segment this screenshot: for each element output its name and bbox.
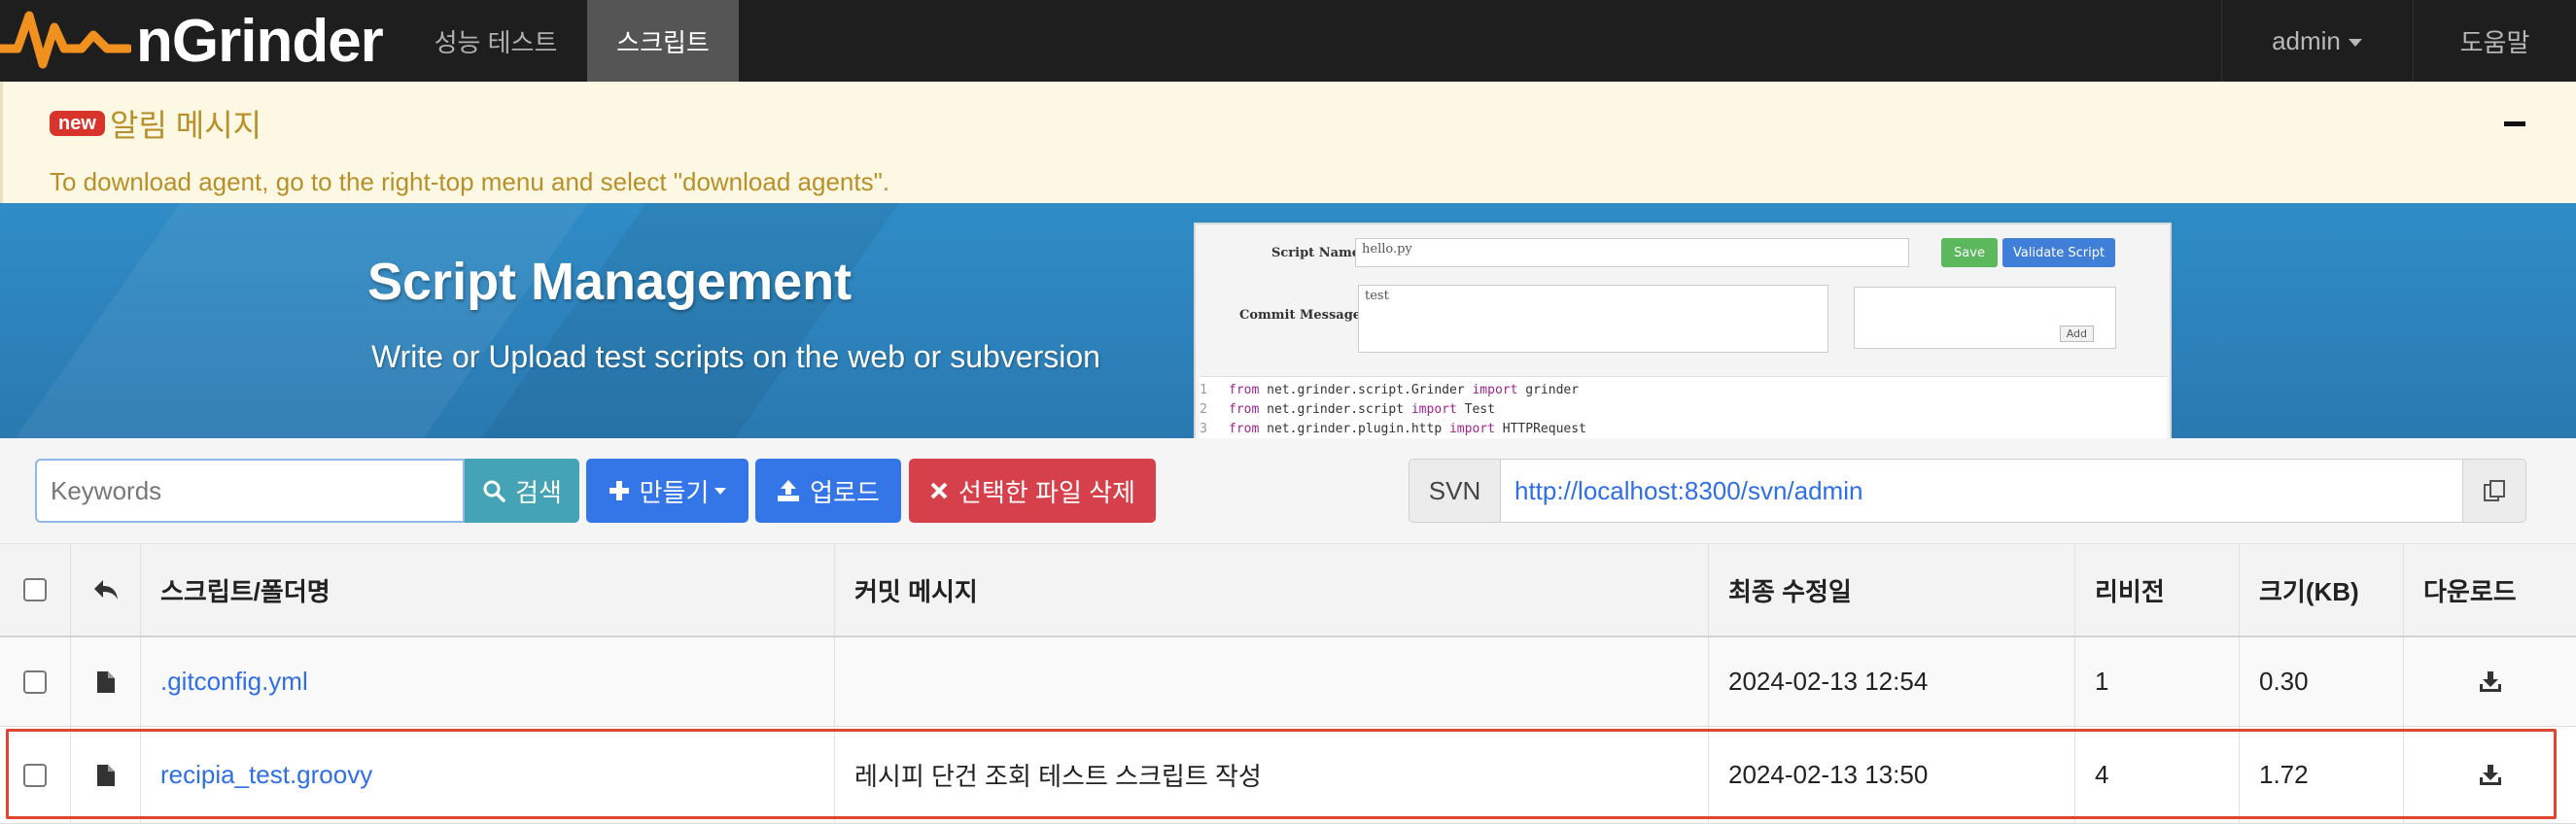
column-header-size[interactable]: 크기(KB) [2240, 544, 2404, 635]
row-revision-cell: 1 [2075, 637, 2240, 726]
caret-down-icon [714, 487, 727, 495]
header-back-cell [71, 544, 141, 635]
search-button-label: 검색 [515, 477, 562, 507]
row-icon-cell [71, 637, 141, 726]
preview-script-name-label: Script Name [1271, 246, 1361, 260]
row-checkbox[interactable] [23, 763, 47, 787]
svn-label: SVN [1409, 459, 1501, 523]
brand-logo[interactable]: nGrinder [0, 0, 389, 82]
banner-subtitle: Write or Upload test scripts on the web … [371, 339, 1100, 374]
column-header-revision[interactable]: 리비전 [2075, 544, 2240, 635]
row-size-cell: 0.30 [2240, 637, 2404, 726]
preview-code-editor: 1 from net.grinder.script.Grinder import … [1200, 376, 2167, 438]
brand-name: nGrinder [136, 8, 384, 75]
file-name-link[interactable]: .gitconfig.yml [160, 667, 308, 697]
pulse-logo-icon [0, 11, 131, 69]
row-download-cell [2404, 727, 2576, 823]
keyword-search-input[interactable] [35, 459, 465, 523]
caret-down-icon [2348, 38, 2362, 47]
preview-code-line: 2 from net.grinder.script import Test [1200, 402, 1495, 417]
reply-back-icon[interactable] [93, 579, 119, 601]
column-header-download: 다운로드 [2423, 576, 2517, 606]
preview-save-button: Save [1941, 238, 1998, 267]
close-icon [930, 482, 948, 499]
notice-message: To download agent, go to the right-top m… [50, 167, 890, 196]
header-checkbox-cell [0, 544, 71, 635]
row-size-cell: 1.72 [2240, 727, 2404, 823]
column-header-modified[interactable]: 최종 수정일 [1709, 544, 2075, 635]
svn-url-field[interactable]: http://localhost:8300/svn/admin [1500, 459, 2463, 523]
create-button-label: 만들기 [639, 477, 710, 507]
delete-selected-button[interactable]: 선택한 파일 삭제 [909, 459, 1156, 523]
row-icon-cell [71, 727, 141, 823]
copy-url-button[interactable] [2462, 459, 2526, 523]
preview-validate-button: Validate Script [2002, 238, 2115, 267]
upload-button-label: 업로드 [810, 477, 880, 507]
row-checkbox-cell [0, 637, 71, 726]
notice-title: 알림 메시지 [110, 108, 262, 143]
collapse-minus-icon[interactable] [2504, 121, 2525, 126]
copy-icon [2484, 480, 2505, 501]
top-navbar: nGrinder 성능 테스트 스크립트 admin 도움말 [0, 0, 2576, 82]
editor-preview-image: Script Name hello.py Save Validate Scrip… [1194, 223, 2172, 438]
row-name-cell: recipia_test.groovy [141, 727, 835, 823]
table-row: .gitconfig.yml 2024-02-13 12:54 1 0.30 [0, 637, 2576, 727]
file-icon [96, 764, 115, 786]
script-toolbar: 검색 만들기 업로드 선택한 파일 삭제 SVN http://localhos… [0, 438, 2576, 544]
preview-commit-label: Commit Message [1239, 308, 1362, 323]
delete-button-label: 선택한 파일 삭제 [958, 477, 1135, 507]
row-modified-cell: 2024-02-13 12:54 [1709, 637, 2075, 726]
upload-icon [778, 480, 800, 501]
plus-icon [609, 481, 629, 500]
nav-script-label: 스크립트 [616, 27, 710, 57]
preview-code-line: 3 from net.grinder.plugin.http import HTT… [1200, 422, 1586, 436]
search-button[interactable]: 검색 [465, 459, 579, 523]
select-all-checkbox[interactable] [23, 578, 47, 601]
file-name-link[interactable]: recipia_test.groovy [160, 760, 372, 790]
upload-button[interactable]: 업로드 [755, 459, 901, 523]
nav-help[interactable]: 도움말 [2413, 0, 2576, 82]
row-modified-cell: 2024-02-13 13:50 [1709, 727, 2075, 823]
nav-script[interactable]: 스크립트 [587, 0, 739, 82]
table-row: recipia_test.groovy 레시피 단건 조회 테스트 스크립트 작… [0, 727, 2576, 824]
preview-code-line: 1 from net.grinder.script.Grinder import … [1200, 383, 1580, 397]
preview-script-name-field: hello.py [1355, 238, 1909, 267]
preview-history-field: Add [1854, 287, 2116, 349]
row-checkbox-cell [0, 727, 71, 823]
preview-commit-field: test [1358, 285, 1828, 353]
user-name: admin [2272, 25, 2341, 55]
table-header-row: 스크립트/폴더명 커밋 메시지 최종 수정일 리비전 크기(KB) 다운로드 [0, 544, 2576, 637]
row-revision-cell: 4 [2075, 727, 2240, 823]
row-checkbox[interactable] [23, 670, 47, 694]
download-icon[interactable] [2478, 670, 2503, 694]
nav-performance-test[interactable]: 성능 테스트 [408, 0, 583, 82]
notice-panel: new 알림 메시지 To download agent, go to the … [0, 82, 2576, 203]
file-icon [96, 670, 115, 693]
script-management-banner: Script Management Write or Upload test s… [0, 203, 2576, 438]
preview-add-button: Add [2059, 326, 2094, 342]
row-message-cell: 레시피 단건 조회 테스트 스크립트 작성 [835, 727, 1709, 823]
row-message-cell [835, 637, 1709, 726]
column-header-name[interactable]: 스크립트/폴더명 [141, 544, 835, 635]
column-header-message[interactable]: 커밋 메시지 [835, 544, 1709, 635]
new-badge: new [50, 111, 105, 136]
row-download-cell [2404, 637, 2576, 726]
download-icon[interactable] [2478, 764, 2503, 787]
row-name-cell: .gitconfig.yml [141, 637, 835, 726]
banner-title: Script Management [367, 253, 853, 311]
search-icon [483, 480, 505, 502]
nav-help-label: 도움말 [2459, 27, 2530, 57]
nav-performance-test-label: 성능 테스트 [434, 27, 558, 57]
user-menu-dropdown[interactable]: admin [2221, 0, 2412, 82]
create-dropdown-button[interactable]: 만들기 [586, 459, 748, 523]
